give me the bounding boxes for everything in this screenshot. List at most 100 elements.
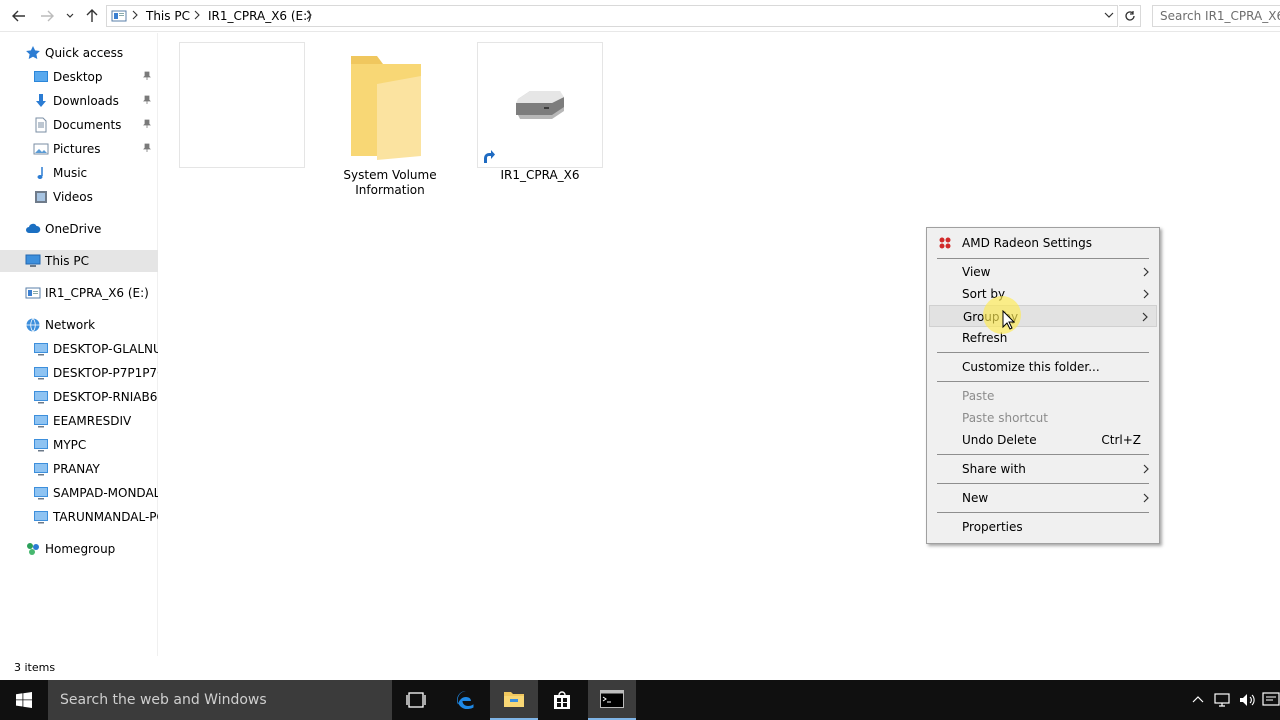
volume-icon[interactable] [1238, 692, 1256, 708]
arrow-right-icon [41, 10, 54, 22]
nav-pictures[interactable]: Pictures [0, 138, 158, 160]
command-prompt-taskbar-button[interactable] [588, 680, 636, 720]
monitor-icon [34, 415, 48, 428]
video-icon [35, 191, 47, 203]
monitor-icon [34, 343, 48, 356]
nav-music[interactable]: Music [0, 162, 158, 184]
menu-separator [937, 454, 1149, 455]
menu-item-amd-radeon-settings[interactable]: AMD Radeon Settings [929, 232, 1157, 254]
nav-quick-access[interactable]: Quick access [0, 42, 158, 64]
nav-label: PRANAY [53, 462, 100, 476]
breadcrumb-drive[interactable]: IR1_CPRA_X6 (E:) [208, 9, 312, 23]
recent-locations-button[interactable] [62, 6, 78, 26]
menu-item-share-with[interactable]: Share with [929, 458, 1157, 480]
nav-label: Downloads [53, 94, 119, 108]
address-bar[interactable]: This PC IR1_CPRA_X6 (E:) [106, 5, 1118, 27]
nav-network-computer[interactable]: TARUNMANDAL-PC [0, 506, 158, 528]
chevron-right-icon [1143, 464, 1149, 474]
forward-button[interactable] [37, 6, 57, 26]
pin-icon[interactable] [142, 95, 152, 105]
menu-label: Paste shortcut [962, 411, 1048, 425]
nav-network-computer[interactable]: EEAMRESDIV [0, 410, 158, 432]
chevron-right-icon [1143, 267, 1149, 277]
nav-videos[interactable]: Videos [0, 186, 158, 208]
monitor-icon [34, 463, 48, 476]
nav-label: DESKTOP-P7P1P7O [53, 366, 158, 380]
menu-item-sort-by[interactable]: Sort by [929, 283, 1157, 305]
back-button[interactable] [9, 6, 29, 26]
chevron-up-icon[interactable] [1192, 692, 1204, 708]
menu-item-view[interactable]: View [929, 261, 1157, 283]
breadcrumb-this-pc[interactable]: This PC [146, 9, 190, 23]
edge-browser-icon [457, 691, 474, 710]
star-icon [26, 46, 40, 59]
search-input[interactable]: Search IR1_CPRA_X6 (E:) [1152, 5, 1280, 27]
up-button[interactable] [82, 6, 102, 26]
command-prompt-icon [600, 690, 624, 708]
file-item-folder[interactable] [327, 42, 453, 168]
menu-label: Share with [962, 462, 1026, 476]
menu-item-new[interactable]: New [929, 487, 1157, 509]
context-menu: AMD Radeon Settings View Sort by Group b… [926, 227, 1160, 544]
menu-item-undo-delete[interactable]: Undo Delete Ctrl+Z [929, 429, 1157, 451]
file-item-drive-shortcut[interactable] [477, 42, 603, 168]
menu-item-group-by[interactable]: Group by [929, 305, 1157, 327]
nav-this-pc[interactable]: This PC [0, 250, 158, 272]
nav-documents[interactable]: Documents [0, 114, 158, 136]
nav-onedrive[interactable]: OneDrive [0, 218, 158, 240]
menu-item-properties[interactable]: Properties [929, 516, 1157, 538]
pin-icon[interactable] [142, 71, 152, 81]
breadcrumb-chevron-icon [306, 10, 312, 20]
monitor-icon [34, 439, 48, 452]
mouse-pointer-icon [1002, 310, 1015, 330]
refresh-button[interactable] [1119, 5, 1141, 27]
nav-label: Music [53, 166, 88, 180]
nav-network-computer[interactable]: DESKTOP-RNIAB65 [0, 386, 158, 408]
nav-label: MYPC [53, 438, 87, 452]
file-explorer-taskbar-button[interactable] [490, 680, 538, 720]
file-item-blank[interactable] [179, 42, 305, 168]
music-note-icon [37, 167, 43, 179]
refresh-icon [1124, 11, 1135, 21]
menu-label: View [962, 265, 991, 279]
taskbar-search-placeholder: Search the web and Windows [60, 692, 267, 708]
task-view-button[interactable] [392, 680, 440, 720]
chevron-right-icon [1143, 493, 1149, 503]
status-bar: 3 items [0, 657, 1280, 680]
nav-label: DESKTOP-GLALNUT [53, 342, 158, 356]
menu-item-refresh[interactable]: Refresh [929, 327, 1157, 349]
network-status-icon[interactable] [1214, 692, 1232, 708]
notification-icon[interactable] [1262, 692, 1280, 708]
nav-network-computer[interactable]: MYPC [0, 434, 158, 456]
start-button[interactable] [0, 680, 48, 720]
nav-network[interactable]: Network [0, 314, 158, 336]
chevron-down-icon [66, 13, 74, 18]
address-history-chevron-icon[interactable] [1104, 11, 1114, 19]
menu-label: Undo Delete [962, 433, 1037, 447]
nav-label: Pictures [53, 142, 101, 156]
nav-network-computer[interactable]: DESKTOP-P7P1P7O [0, 362, 158, 384]
menu-label: AMD Radeon Settings [962, 236, 1093, 250]
nav-network-computer[interactable]: DESKTOP-GLALNUT [0, 338, 158, 360]
this-pc-icon [111, 10, 127, 22]
taskbar-search-input[interactable]: Search the web and Windows [48, 680, 392, 720]
edge-taskbar-button[interactable] [442, 680, 490, 720]
menu-separator [937, 483, 1149, 484]
pin-icon[interactable] [142, 143, 152, 153]
nav-downloads[interactable]: Downloads [0, 90, 158, 112]
item-count: 3 items [14, 661, 56, 674]
store-taskbar-button[interactable] [538, 680, 586, 720]
task-view-icon [406, 692, 426, 708]
windows-logo-icon [16, 692, 32, 708]
nav-network-computer[interactable]: PRANAY [0, 458, 158, 480]
menu-item-customize-folder[interactable]: Customize this folder... [929, 356, 1157, 378]
nav-desktop[interactable]: Desktop [0, 66, 158, 88]
nav-homegroup[interactable]: Homegroup [0, 538, 158, 560]
monitor-icon [34, 367, 48, 380]
pin-icon[interactable] [142, 119, 152, 129]
nav-label: OneDrive [45, 222, 102, 236]
homegroup-icon [27, 543, 39, 555]
nav-network-computer[interactable]: SAMPAD-MONDAL [0, 482, 158, 504]
nav-label: Documents [53, 118, 122, 132]
nav-drive[interactable]: IR1_CPRA_X6 (E:) [0, 282, 158, 304]
